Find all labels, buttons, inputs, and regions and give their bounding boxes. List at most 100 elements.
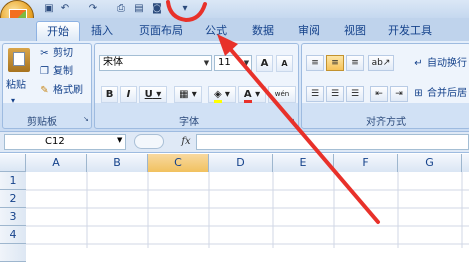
fx-icon[interactable]: fx (178, 134, 194, 149)
font-color-button[interactable]: A ▾ (238, 86, 266, 103)
tab-home[interactable]: 开始 (36, 21, 80, 41)
customize-icon[interactable]: ▾ (178, 2, 192, 15)
tab-view[interactable]: 视图 (336, 21, 374, 41)
row-header-3[interactable]: 3 (0, 208, 26, 226)
paste-button[interactable]: 粘贴 (6, 78, 26, 94)
align-right-button[interactable]: ☰ (346, 86, 364, 102)
row-header-2[interactable]: 2 (0, 190, 26, 208)
scissors-icon: ✂ (40, 47, 49, 59)
wrap-text-label: 自动换行 (427, 58, 467, 69)
align-middle-button[interactable]: ≡ (326, 55, 344, 71)
formula-input[interactable] (196, 134, 469, 150)
decrease-indent-button[interactable]: ⇤ (370, 86, 388, 102)
expand-formula-handle[interactable] (134, 134, 164, 149)
name-box[interactable]: C12 (4, 134, 126, 150)
indent-icon: ⇥ (395, 89, 403, 99)
row-header-4[interactable]: 4 (0, 226, 26, 244)
fill-color-icon: ◈ (214, 89, 222, 103)
shrink-font-label: A (281, 59, 288, 68)
font-name-select[interactable]: 宋体 ▼ (99, 55, 212, 71)
chevron-down-icon: ▼ (243, 59, 250, 67)
print-icon[interactable]: ⎙ (114, 2, 128, 15)
select-all-corner[interactable] (0, 154, 26, 172)
merge-icon: ⊞ (414, 87, 423, 99)
tab-formulas[interactable]: 公式 (196, 21, 236, 41)
orientation-icon: ab↗ (371, 58, 391, 68)
tab-page-layout[interactable]: 页面布局 (130, 21, 192, 41)
phonetic-button[interactable]: wén (268, 86, 296, 103)
increase-indent-button[interactable]: ⇥ (390, 86, 408, 102)
font-color-icon: A (243, 89, 252, 103)
bold-button[interactable]: B (101, 86, 118, 103)
merge-center-button[interactable]: ⊞ 合并后居 (412, 86, 467, 102)
cut-label: 剪切 (53, 48, 73, 59)
row-header-5[interactable] (0, 244, 26, 262)
format-painter-label: 格式刷 (53, 85, 83, 96)
camera-icon[interactable]: ◙ (150, 2, 164, 15)
align-center-icon: ☰ (330, 89, 340, 99)
italic-label: I (126, 89, 131, 100)
save-icon[interactable]: ▣ (42, 2, 56, 15)
copy-icon: ❐ (40, 65, 49, 77)
font-group-label: 字体 (179, 117, 199, 128)
tab-data[interactable]: 数据 (244, 21, 282, 41)
align-center-button[interactable]: ☰ (326, 86, 344, 102)
tab-insert[interactable]: 插入 (84, 21, 120, 41)
copy-label: 复制 (53, 66, 73, 77)
paste-sheet-icon (13, 52, 25, 66)
wrap-text-button[interactable]: ↵ 自动换行 (412, 56, 467, 72)
align-right-icon: ☰ (350, 89, 360, 99)
border-icon: ▦ (179, 89, 189, 100)
underline-label: U (144, 89, 153, 100)
name-box-value: C12 (45, 136, 65, 147)
column-header-c[interactable]: C (148, 154, 209, 172)
tab-developer[interactable]: 开发工具 (380, 21, 440, 41)
border-button[interactable]: ▦ ▾ (174, 86, 202, 103)
grow-font-button[interactable]: A (256, 55, 273, 72)
align-bottom-icon: ≡ (351, 58, 359, 68)
phonetic-label: wén (274, 90, 290, 98)
format-painter-button[interactable]: ✎ 格式刷 (38, 83, 83, 99)
column-header-next[interactable] (462, 154, 469, 172)
brush-icon: ✎ (40, 84, 49, 96)
row-header-1[interactable]: 1 (0, 172, 26, 190)
merge-center-label: 合并后居 (427, 88, 467, 99)
italic-button[interactable]: I (120, 86, 137, 103)
underline-button[interactable]: U ▾ (139, 86, 167, 103)
font-size-select[interactable]: 11 ▼ (214, 55, 252, 71)
tab-review[interactable]: 审阅 (290, 21, 328, 41)
fx-label: fx (181, 136, 191, 147)
preview-icon[interactable]: ▤ (132, 2, 146, 15)
wrap-text-icon: ↵ (414, 57, 423, 69)
align-left-button[interactable]: ☰ (306, 86, 324, 102)
column-header-a[interactable]: A (26, 154, 87, 172)
undo-icon[interactable]: ↶ (58, 2, 72, 15)
align-top-button[interactable]: ≡ (306, 55, 324, 71)
align-left-icon: ☰ (310, 89, 320, 99)
column-header-b[interactable]: B (87, 154, 148, 172)
chevron-down-icon: ▼ (203, 59, 210, 67)
font-launcher-icon[interactable]: ↘ (289, 115, 295, 123)
column-header-g[interactable]: G (398, 154, 462, 172)
bold-label: B (105, 89, 114, 100)
fill-color-button[interactable]: ◈ ▾ (208, 86, 236, 103)
redo-icon[interactable]: ↷ (86, 2, 100, 15)
alignment-group-label: 对齐方式 (366, 117, 406, 128)
orientation-button[interactable]: ab↗ (368, 55, 394, 71)
cut-button[interactable]: ✂ 剪切 (38, 46, 73, 62)
column-header-d[interactable]: D (209, 154, 273, 172)
clipboard-group-label: 剪贴板 (27, 117, 57, 128)
cell-grid[interactable] (26, 172, 469, 248)
grow-font-label: A (260, 58, 269, 69)
clipboard-launcher-icon[interactable]: ↘ (83, 115, 89, 123)
shrink-font-button[interactable]: A (276, 55, 293, 72)
copy-button[interactable]: ❐ 复制 (38, 64, 73, 80)
font-name-value: 宋体 (103, 57, 123, 68)
indent-icon: ⇤ (375, 89, 383, 99)
column-header-e[interactable]: E (273, 154, 334, 172)
align-middle-icon: ≡ (331, 58, 339, 68)
align-bottom-button[interactable]: ≡ (346, 55, 364, 71)
column-header-f[interactable]: F (334, 154, 398, 172)
paste-dropdown-icon[interactable]: ▾ (11, 93, 15, 109)
chevron-down-icon[interactable]: ▼ (117, 136, 122, 144)
